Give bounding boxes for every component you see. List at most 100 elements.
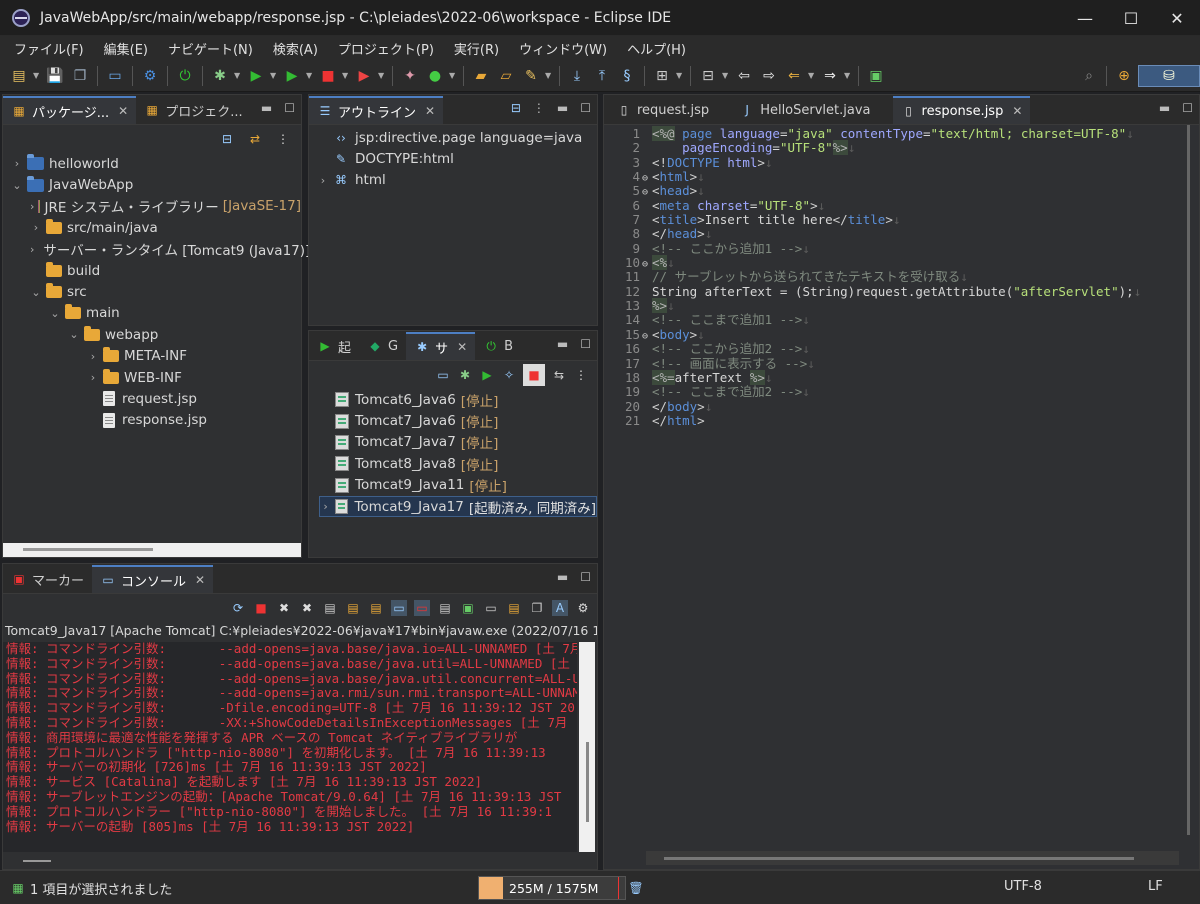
- format-icon[interactable]: §: [616, 65, 638, 87]
- publish-server-icon[interactable]: ⇆: [551, 367, 567, 383]
- stop-icon[interactable]: ■: [317, 65, 339, 87]
- copy-icon[interactable]: ❐: [529, 600, 545, 616]
- maximize-button[interactable]: ☐: [1108, 0, 1154, 36]
- outline-item[interactable]: › ⌘ html: [317, 170, 597, 191]
- java-ee-perspective-icon[interactable]: ⛁: [1138, 64, 1200, 87]
- server-item[interactable]: Tomcat6_Java6 [停止]: [319, 389, 597, 410]
- scroll-lock-icon[interactable]: ▤: [345, 600, 361, 616]
- chevron-down-icon[interactable]: ⌄: [30, 286, 42, 299]
- close-button[interactable]: ✕: [1154, 0, 1200, 36]
- external-tools-icon[interactable]: ▶: [353, 65, 375, 87]
- pin-editor-icon[interactable]: ⊞: [651, 65, 673, 87]
- start-server-icon[interactable]: ▶: [479, 367, 495, 383]
- debug-server-icon[interactable]: ✱: [457, 367, 473, 383]
- forward-icon[interactable]: ⇒: [819, 65, 841, 87]
- tree-item[interactable]: ⌄ JavaWebApp: [11, 174, 301, 195]
- tree-item[interactable]: › src/main/java: [11, 217, 301, 238]
- run-icon[interactable]: ▶: [245, 65, 267, 87]
- chevron-right-icon[interactable]: ›: [30, 221, 42, 234]
- menu-edit[interactable]: 編集(E): [94, 39, 158, 58]
- server-start-icon[interactable]: ⏻: [174, 65, 196, 87]
- back-history-icon[interactable]: ⇦: [733, 65, 755, 87]
- tree-item[interactable]: › WEB-INF: [11, 367, 301, 388]
- server-item[interactable]: Tomcat7_Java7 [停止]: [319, 432, 597, 453]
- tree-item[interactable]: response.jsp: [11, 410, 301, 431]
- chevron-right-icon[interactable]: ›: [30, 243, 34, 256]
- save-icon[interactable]: 💾: [44, 65, 66, 87]
- last-edit-icon[interactable]: ⊟: [697, 65, 719, 87]
- console-output[interactable]: 情報: コマンドライン引数: --add-opens=java.base/jav…: [3, 642, 577, 852]
- close-icon[interactable]: ✕: [195, 573, 205, 587]
- view-menu-icon[interactable]: ⋮: [275, 131, 291, 147]
- heap-status[interactable]: 255M / 1575M: [478, 876, 626, 900]
- maximize-view-icon[interactable]: ☐: [580, 570, 591, 584]
- new-class-icon[interactable]: ●: [424, 65, 446, 87]
- horizontal-scrollbar[interactable]: [3, 853, 577, 869]
- server-item[interactable]: Tomcat9_Java11 [停止]: [319, 475, 597, 496]
- profile-server-icon[interactable]: ✧: [501, 367, 517, 383]
- close-icon[interactable]: ✕: [457, 340, 467, 354]
- pin-console-icon[interactable]: ▤: [437, 600, 453, 616]
- outline-item[interactable]: ‹› jsp:directive.page language=java: [317, 127, 597, 148]
- new-console-icon[interactable]: ▤: [506, 600, 522, 616]
- new-package-icon[interactable]: ✦: [399, 65, 421, 87]
- chevron-down-icon[interactable]: ⌄: [49, 307, 61, 320]
- minimize-view-icon[interactable]: ▬: [261, 101, 272, 115]
- open-type-icon[interactable]: ▰: [470, 65, 492, 87]
- tab-gradle[interactable]: ◆ G: [359, 332, 406, 360]
- chevron-right-icon[interactable]: ›: [87, 371, 99, 384]
- chevron-right-icon[interactable]: ›: [320, 500, 331, 513]
- tab-servers[interactable]: ✱ サ ✕: [406, 332, 476, 360]
- minimize-view-icon[interactable]: ▬: [1159, 101, 1170, 115]
- server-item[interactable]: Tomcat8_Java8 [停止]: [319, 453, 597, 474]
- tab-project-explorer[interactable]: ▦ プロジェク...: [136, 96, 250, 124]
- terminate-icon[interactable]: ■: [253, 600, 269, 616]
- chevron-down-icon[interactable]: ⌄: [68, 328, 80, 341]
- garbage-collect-icon[interactable]: 🗑: [628, 880, 644, 896]
- horizontal-scrollbar[interactable]: [646, 851, 1179, 865]
- tab-package-explorer[interactable]: ▦ パッケージ... ✕: [3, 96, 137, 124]
- outline-item[interactable]: ✎ DOCTYPE:html: [317, 148, 597, 169]
- menu-window[interactable]: ウィンドウ(W): [509, 39, 617, 58]
- tab-response-jsp[interactable]: ▯ response.jsp ✕: [892, 96, 1031, 124]
- search-icon[interactable]: ⌕: [1078, 65, 1100, 87]
- remove-all-launches-icon[interactable]: ✖: [299, 600, 315, 616]
- annotation-next-icon[interactable]: ⤓: [566, 65, 588, 87]
- horizontal-scrollbar[interactable]: [3, 543, 301, 557]
- status-line-ending[interactable]: LF: [1148, 879, 1163, 894]
- tree-item[interactable]: request.jsp: [11, 388, 301, 409]
- tree-item[interactable]: › サーバー・ランタイム [Tomcat9 (Java17)]: [11, 239, 310, 260]
- display-selected-console-icon[interactable]: ▣: [460, 600, 476, 616]
- tab-outline[interactable]: ☰ アウトライン ✕: [309, 96, 444, 124]
- tree-item[interactable]: › helloworld: [11, 153, 301, 174]
- server-item[interactable]: › Tomcat9_Java17 [起動済み, 同期済み]: [319, 495, 597, 518]
- view-menu-icon[interactable]: ⋮: [573, 367, 589, 383]
- new-server-icon[interactable]: ▭: [435, 367, 451, 383]
- vertical-scrollbar[interactable]: [1183, 125, 1195, 845]
- show-on-stderr-icon[interactable]: ▭: [414, 600, 430, 616]
- stop-server-icon[interactable]: ■: [523, 364, 545, 386]
- tab-console[interactable]: ▭ コンソール ✕: [92, 565, 214, 593]
- annotation-prev-icon[interactable]: ⤒: [591, 65, 613, 87]
- vertical-scrollbar[interactable]: [579, 642, 595, 852]
- tree-item[interactable]: ⌄ webapp: [11, 324, 301, 345]
- console-settings-icon[interactable]: A: [552, 600, 568, 616]
- maximize-view-icon[interactable]: ☐: [580, 337, 591, 351]
- maximize-view-icon[interactable]: ☐: [580, 101, 591, 115]
- status-encoding[interactable]: UTF-8: [1004, 879, 1042, 894]
- maximize-view-icon[interactable]: ☐: [284, 101, 295, 115]
- remove-launch-icon[interactable]: ✖: [276, 600, 292, 616]
- menu-file[interactable]: ファイル(F): [4, 39, 94, 58]
- menu-help[interactable]: ヘルプ(H): [617, 39, 696, 58]
- link-with-editor-icon[interactable]: ⇄: [247, 131, 263, 147]
- tree-item[interactable]: › META-INF: [11, 346, 301, 367]
- settings-icon[interactable]: ⚙: [139, 65, 161, 87]
- tab-markers[interactable]: ▣ マーカー: [3, 565, 92, 593]
- open-console-icon[interactable]: ▭: [483, 600, 499, 616]
- code-area[interactable]: 1 <%@ page language="java" contentType="…: [612, 125, 1179, 847]
- terminal-icon[interactable]: ▭: [104, 65, 126, 87]
- pen-icon[interactable]: ✎: [520, 65, 542, 87]
- minimize-view-icon[interactable]: ▬: [557, 337, 568, 351]
- clear-console-icon[interactable]: ▤: [322, 600, 338, 616]
- menu-search[interactable]: 検索(A): [263, 39, 328, 58]
